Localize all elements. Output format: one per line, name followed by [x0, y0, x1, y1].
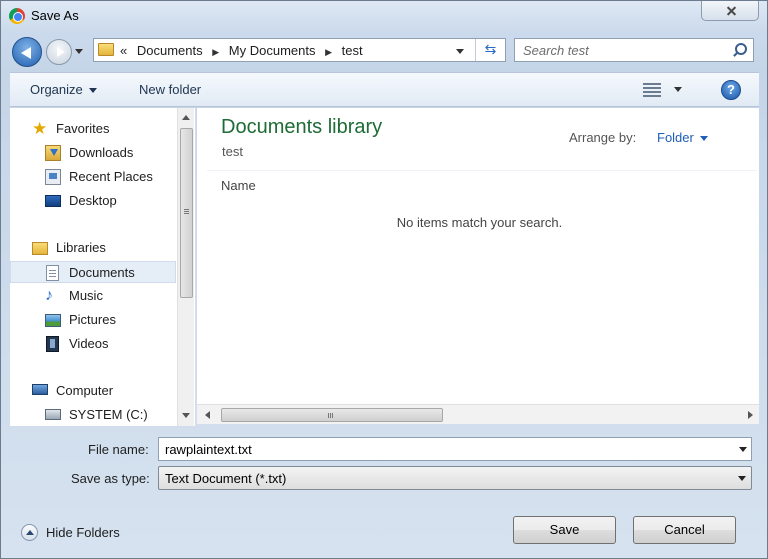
desktop-icon [45, 195, 61, 207]
title-bar: Save As [1, 1, 767, 31]
view-options-dropdown-icon[interactable] [674, 87, 684, 95]
star-icon: ★ [32, 119, 48, 138]
breadcrumb-separator-icon[interactable]: ▶ [325, 47, 332, 57]
back-button[interactable] [12, 37, 42, 67]
save-as-type-label: Save as type: [71, 471, 150, 486]
sidebar-item-label: Libraries [56, 240, 106, 255]
file-list-pane[interactable]: Documents library test Arrange by: Folde… [197, 108, 759, 404]
breadcrumb-separator-icon[interactable]: ▶ [212, 47, 219, 57]
sidebar-item-favorites[interactable]: ★ Favorites [10, 118, 176, 140]
arrange-by-dropdown[interactable]: Folder [657, 130, 708, 145]
breadcrumb-item-my-documents[interactable]: My Documents [229, 43, 316, 58]
sidebar-item-recent-places[interactable]: Recent Places [10, 166, 176, 188]
file-name-combobox [158, 437, 752, 461]
organize-button[interactable]: Organize [30, 82, 97, 97]
breadcrumb: « Documents ▶ My Documents ▶ test [120, 43, 369, 58]
scroll-up-arrow-icon[interactable] [182, 115, 190, 120]
save-as-dialog: Save As « Documents ▶ My Documents ▶ tes… [0, 0, 768, 559]
close-button[interactable] [701, 1, 759, 21]
address-dropdown-icon[interactable] [453, 45, 467, 57]
save-as-type-value: Text Document (*.txt) [165, 471, 287, 486]
empty-state-message: No items match your search. [396, 215, 563, 230]
sidebar-item-label: Favorites [56, 121, 110, 136]
recent-locations-dropdown-icon[interactable] [73, 45, 85, 59]
cancel-button[interactable]: Cancel [633, 516, 736, 544]
scroll-down-arrow-icon[interactable] [182, 413, 190, 418]
hard-drive-icon [45, 409, 61, 420]
sidebar-item-music[interactable]: ♪ Music [10, 285, 176, 307]
address-bar[interactable]: « Documents ▶ My Documents ▶ test ⇆ [93, 38, 506, 62]
file-list-horizontal-scrollbar[interactable] [197, 404, 759, 424]
sidebar-item-label: Videos [69, 336, 109, 351]
documents-icon [46, 265, 59, 281]
search-box [514, 38, 754, 62]
pictures-icon [45, 314, 61, 327]
file-name-label: File name: [88, 442, 149, 457]
sidebar-item-libraries[interactable]: Libraries [10, 237, 176, 259]
sidebar-item-label: Downloads [69, 145, 134, 160]
refresh-icon[interactable]: ⇆ [475, 39, 505, 61]
search-icon[interactable] [731, 42, 747, 58]
sidebar-item-computer[interactable]: Computer [10, 380, 176, 402]
library-subtitle: test [222, 144, 243, 159]
breadcrumb-item-test[interactable]: test [342, 43, 363, 58]
search-input[interactable] [515, 39, 725, 61]
sidebar-item-label: SYSTEM (C:) [69, 407, 148, 422]
sidebar-item-documents[interactable]: Documents [10, 261, 176, 283]
library-title: Documents library [221, 116, 383, 138]
help-icon[interactable]: ? [721, 80, 741, 100]
change-view-icon[interactable] [643, 83, 661, 97]
navigation-vertical-scrollbar[interactable] [177, 108, 194, 426]
libraries-icon [32, 242, 48, 255]
sidebar-item-label: Desktop [69, 193, 117, 208]
column-header-name[interactable]: Name [221, 178, 256, 193]
arrange-by-label: Arrange by: [569, 130, 637, 145]
file-name-input[interactable] [159, 438, 729, 460]
music-icon: ♪ [45, 287, 53, 304]
chevron-down-icon [738, 476, 746, 481]
navigation-pane: ★ Favorites Downloads Recent Places Desk… [10, 108, 196, 426]
window-title: Save As [31, 8, 79, 23]
folder-icon [98, 43, 114, 56]
file-name-dropdown-icon[interactable] [739, 447, 747, 452]
toolbar: Organize New folder ? [10, 72, 759, 107]
sidebar-item-label: Documents [69, 265, 135, 280]
breadcrumb-item-documents[interactable]: Documents [137, 43, 203, 58]
save-as-type-select[interactable]: Text Document (*.txt) [158, 466, 752, 490]
save-button[interactable]: Save [513, 516, 616, 544]
sidebar-item-videos[interactable]: Videos [10, 333, 176, 355]
sidebar-item-label: Music [69, 288, 103, 303]
sidebar-item-label: Computer [56, 383, 114, 398]
videos-icon [46, 336, 59, 352]
downloads-folder-icon [45, 145, 61, 161]
chevron-up-icon [21, 524, 38, 541]
sidebar-item-label: Pictures [69, 312, 116, 327]
scroll-left-arrow-icon[interactable] [205, 411, 210, 419]
computer-icon [32, 384, 48, 395]
forward-button[interactable] [46, 39, 72, 65]
chrome-icon [9, 8, 25, 24]
scroll-right-arrow-icon[interactable] [748, 411, 753, 419]
breadcrumb-overflow[interactable]: « [120, 43, 127, 58]
scrollbar-thumb[interactable] [221, 408, 443, 422]
sidebar-item-label: Recent Places [69, 169, 153, 184]
sidebar-item-downloads[interactable]: Downloads [10, 142, 176, 164]
sidebar-item-desktop[interactable]: Desktop [10, 190, 176, 212]
scrollbar-thumb[interactable] [180, 128, 193, 298]
divider [207, 170, 757, 171]
recent-places-icon [45, 169, 61, 185]
sidebar-item-pictures[interactable]: Pictures [10, 309, 176, 331]
new-folder-button[interactable]: New folder [139, 82, 201, 97]
hide-folders-label: Hide Folders [46, 525, 120, 540]
sidebar-item-system-drive[interactable]: SYSTEM (C:) [10, 404, 176, 426]
